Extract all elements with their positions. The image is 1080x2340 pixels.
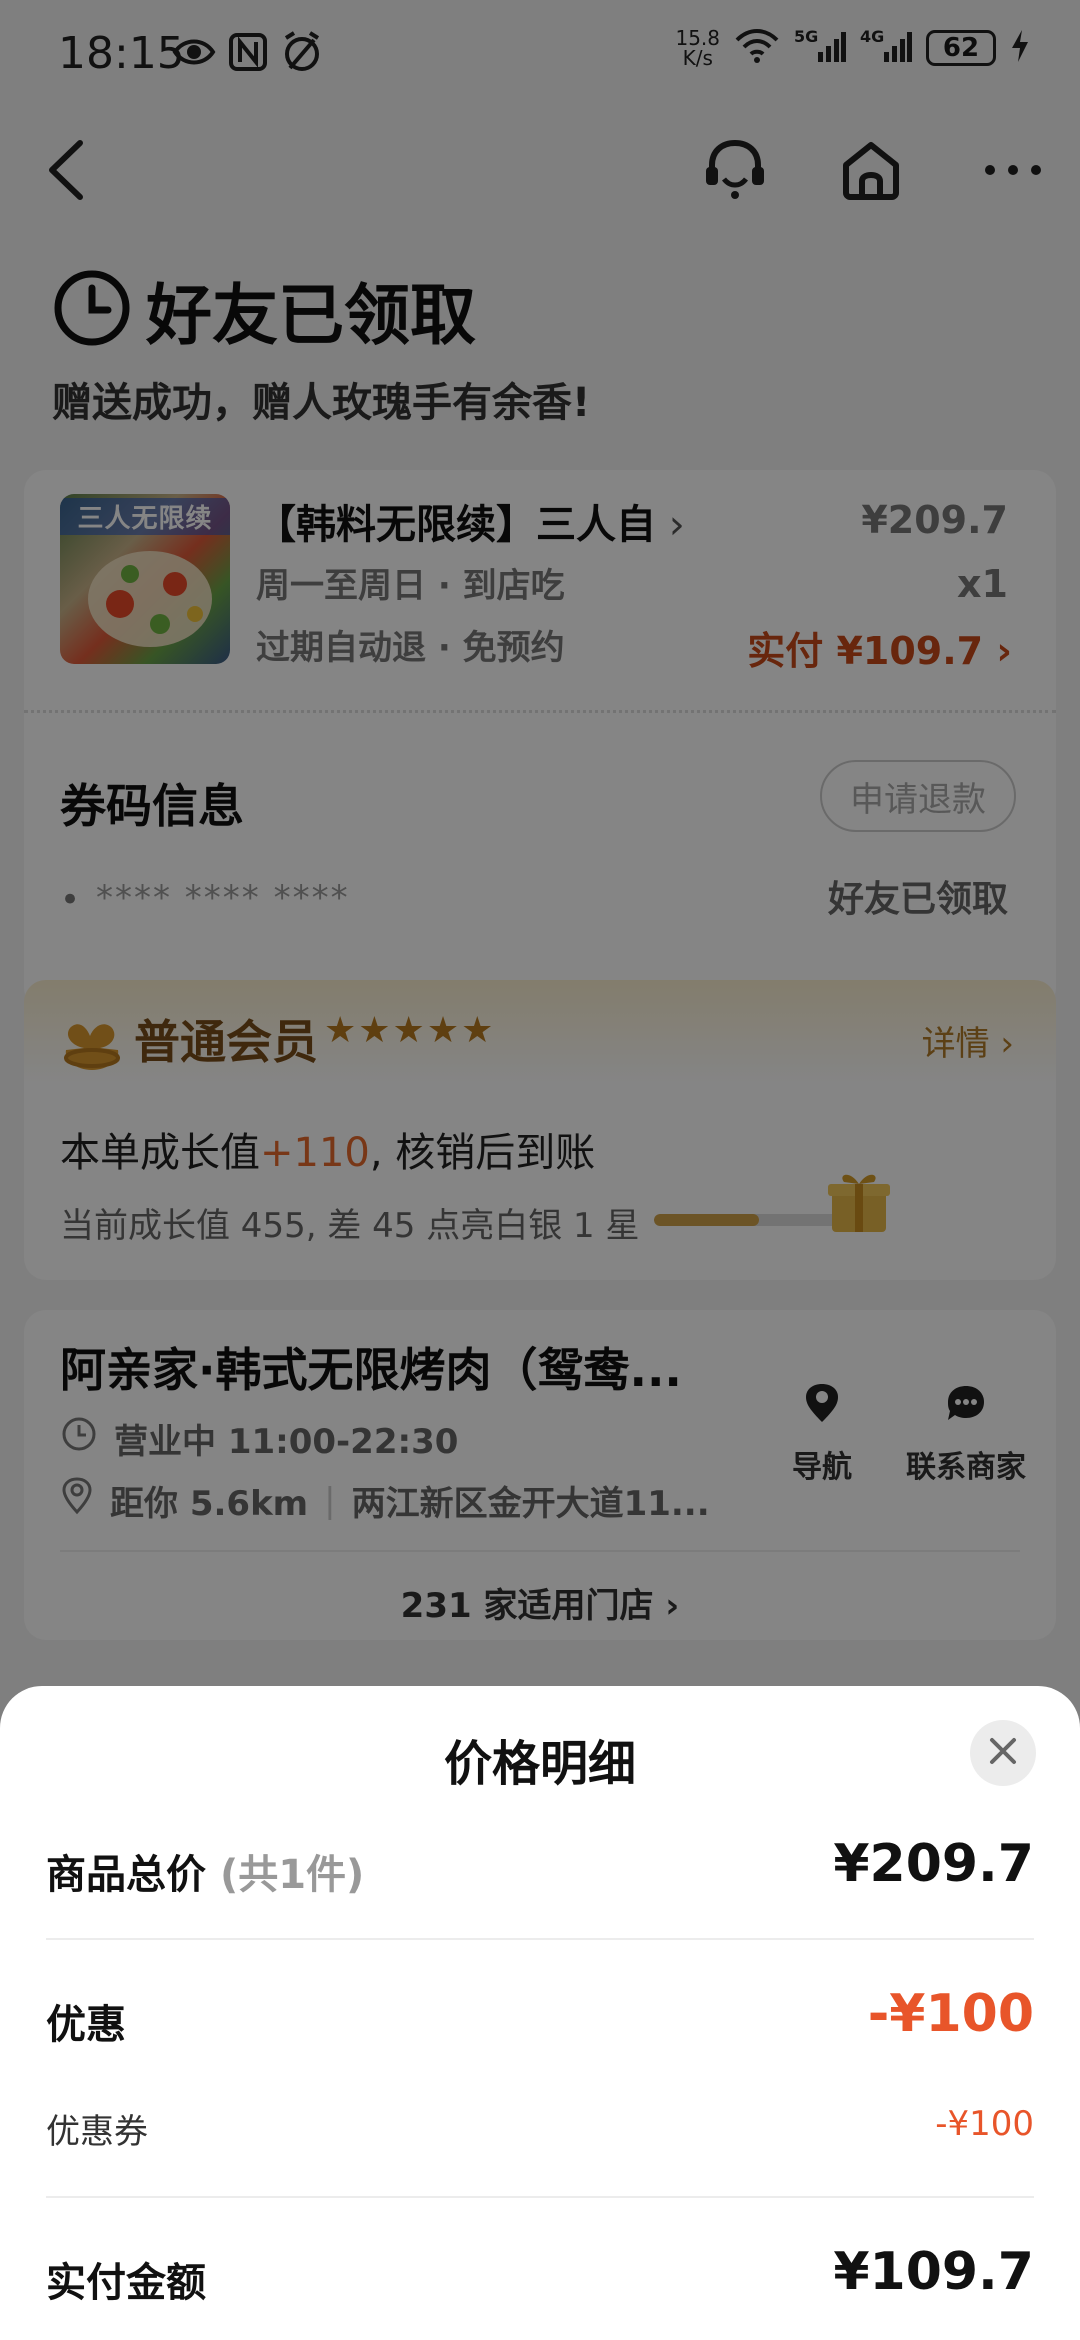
discount-label: 优惠 (46, 2002, 126, 2048)
total-label: 商品总价 (46, 1852, 206, 1898)
paid-total-value: ¥109.7 (833, 2242, 1034, 2302)
total-value: ¥209.7 (833, 1834, 1034, 1894)
price-detail-sheet: 价格明细 商品总价 (共1件) ¥209.7 优惠 -¥100 优惠券 -¥10… (0, 1686, 1080, 2340)
total-count: (共1件) (219, 1852, 365, 1898)
sheet-title: 价格明细 (443, 1736, 636, 1792)
close-icon (988, 1736, 1018, 1770)
coupon-discount-value: -¥100 (935, 2104, 1034, 2144)
total-label-row: 商品总价 (共1件) (46, 1842, 364, 1900)
divider (46, 2196, 1034, 2198)
close-button[interactable] (970, 1720, 1036, 1786)
paid-total-label: 实付金额 (46, 2260, 206, 2306)
discount-value: -¥100 (867, 1984, 1034, 2044)
coupon-discount-label: 优惠券 (46, 2112, 148, 2152)
divider (46, 1938, 1034, 1940)
